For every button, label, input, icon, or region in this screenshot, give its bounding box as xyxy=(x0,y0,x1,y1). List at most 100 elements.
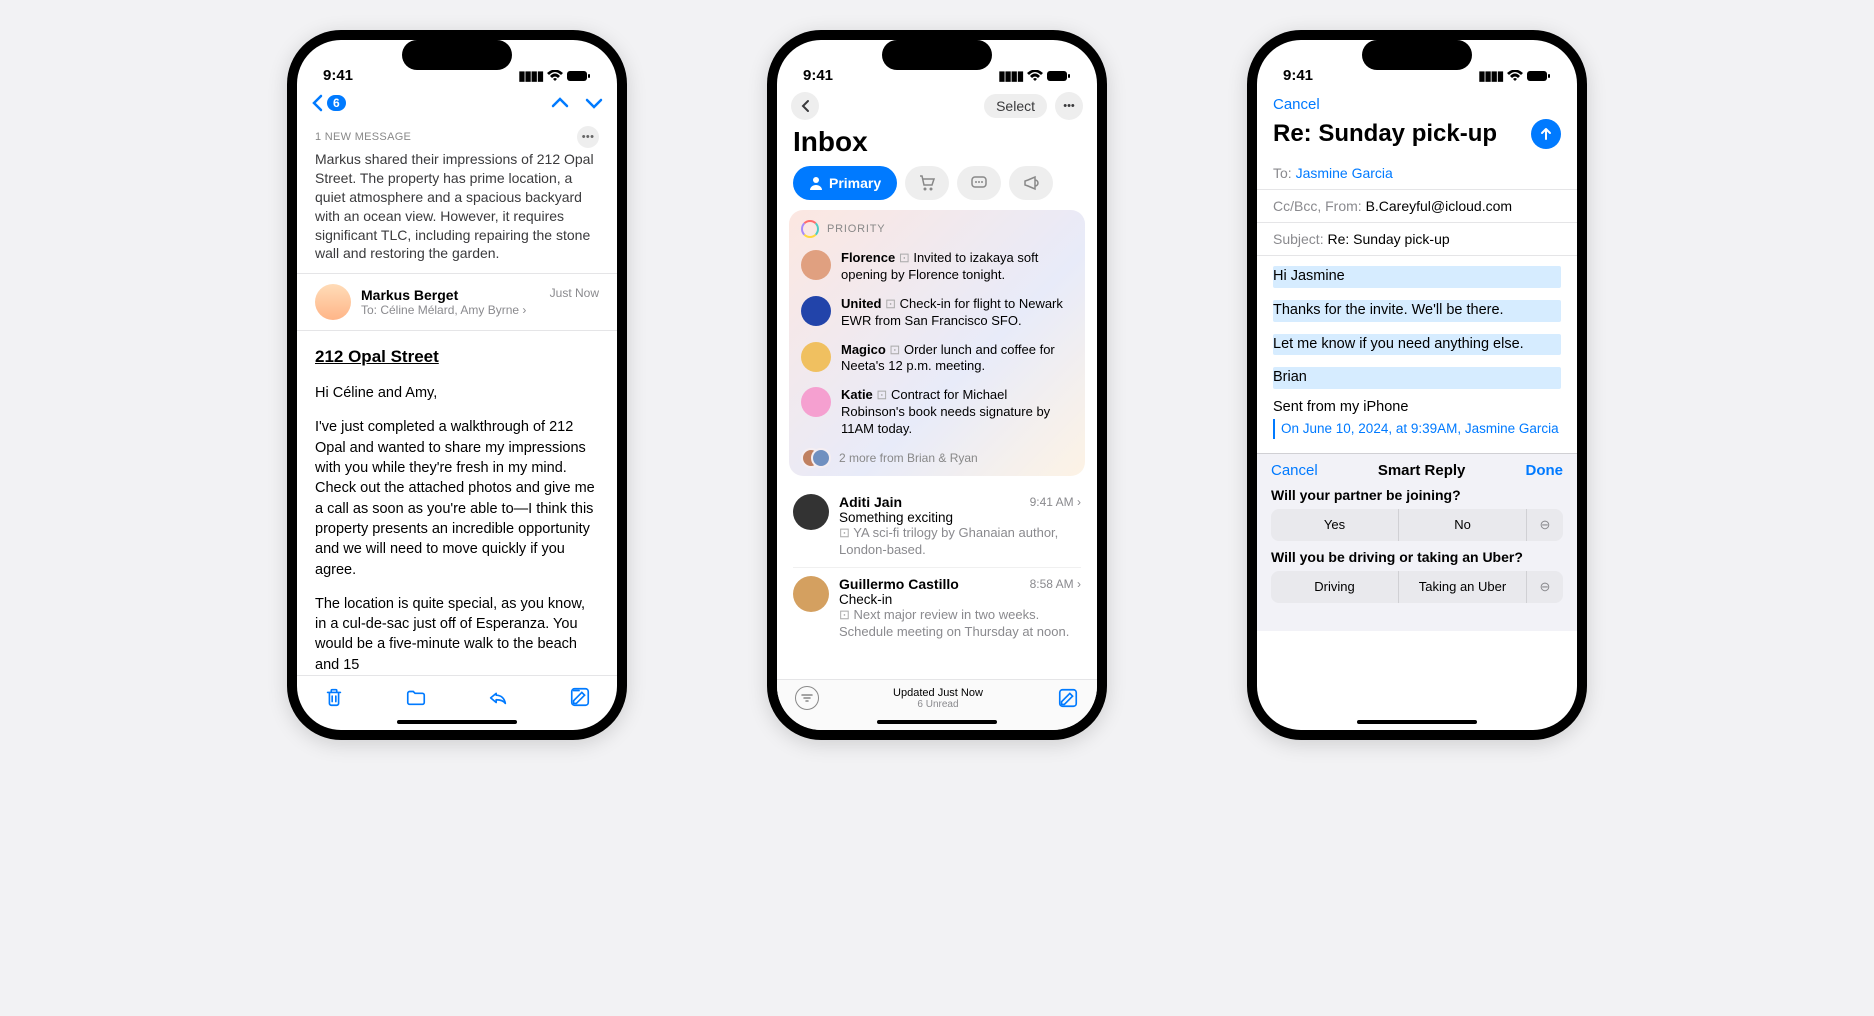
wifi-icon xyxy=(1507,70,1523,82)
smart-option-yes[interactable]: Yes xyxy=(1271,509,1399,541)
message-from: Guillermo Castillo xyxy=(839,576,959,592)
footer-updated: Updated Just Now xyxy=(893,687,983,699)
smart-option-driving[interactable]: Driving xyxy=(1271,571,1399,603)
compose-icon[interactable] xyxy=(569,686,591,708)
chevron-left-icon xyxy=(800,99,810,113)
megaphone-icon xyxy=(1022,174,1040,192)
smart-cancel-button[interactable]: Cancel xyxy=(1271,462,1318,479)
cellular-icon: ▮▮▮▮ xyxy=(1478,68,1503,84)
sender-avatar xyxy=(315,284,351,320)
battery-icon xyxy=(1527,70,1551,82)
inbox-nav-bar: Select ••• xyxy=(777,90,1097,126)
ellipsis-icon: ••• xyxy=(1063,100,1075,112)
phone-inbox-view: 9:41 ▮▮▮▮ Select ••• Inbox Primary xyxy=(767,30,1107,740)
body-line: Thanks for the invite. We'll be there. xyxy=(1273,300,1561,322)
trash-icon[interactable] xyxy=(323,686,345,708)
ai-summary-card: 1 NEW MESSAGE ••• Markus shared their im… xyxy=(297,116,617,274)
tab-social[interactable] xyxy=(957,166,1001,200)
to-value: Jasmine Garcia xyxy=(1296,165,1393,181)
to-field[interactable]: To: Jasmine Garcia xyxy=(1257,157,1577,190)
tab-promotions[interactable] xyxy=(1009,166,1053,200)
message-subject: Check-in xyxy=(839,592,1081,607)
subject-field[interactable]: Subject: Re: Sunday pick-up xyxy=(1257,223,1577,256)
cancel-button[interactable]: Cancel xyxy=(1257,90,1577,113)
message-row[interactable]: Guillermo Castillo 8:58 AM › Check-in ⊡ … xyxy=(793,568,1081,649)
message-row[interactable]: Aditi Jain 9:41 AM › Something exciting … xyxy=(793,486,1081,568)
body-sign: Brian xyxy=(1273,367,1561,389)
sent-time: Just Now xyxy=(550,286,599,300)
summary-icon: ⊡ xyxy=(839,525,850,540)
avatar xyxy=(801,342,831,372)
chevron-down-icon[interactable] xyxy=(585,96,603,110)
battery-icon xyxy=(567,70,591,82)
avatar xyxy=(801,387,831,417)
cc-label: Cc/Bcc, From: xyxy=(1273,198,1362,214)
chat-icon xyxy=(970,174,988,192)
sparkle-icon xyxy=(801,220,819,238)
select-button[interactable]: Select xyxy=(984,94,1047,118)
message-subject: 212 Opal Street xyxy=(315,345,599,369)
quoted-header: On June 10, 2024, at 9:39AM, Jasmine Gar… xyxy=(1273,419,1561,439)
smart-done-button[interactable]: Done xyxy=(1526,462,1564,479)
cc-field[interactable]: Cc/Bcc, From: B.Careyful@icloud.com xyxy=(1257,190,1577,223)
smart-question: Will your partner be joining? xyxy=(1271,487,1563,503)
chevron-right-icon: › xyxy=(1077,577,1081,591)
smart-option-uber[interactable]: Taking an Uber xyxy=(1399,571,1527,603)
back-button[interactable] xyxy=(791,92,819,120)
chevron-right-icon: › xyxy=(522,303,526,317)
priority-sender: Magico xyxy=(841,342,886,357)
smart-options: Yes No ⊖ xyxy=(1271,509,1563,541)
status-icons: ▮▮▮▮ xyxy=(518,68,591,84)
compose-title: Re: Sunday pick-up xyxy=(1273,120,1497,148)
home-indicator[interactable] xyxy=(1357,720,1477,724)
category-tabs: Primary xyxy=(777,166,1097,210)
back-button[interactable]: 6 xyxy=(311,94,346,112)
notch xyxy=(1362,40,1472,70)
unread-badge: 6 xyxy=(327,95,346,111)
chevron-left-icon xyxy=(311,94,325,112)
smart-options: Driving Taking an Uber ⊖ xyxy=(1271,571,1563,603)
summary-text: Markus shared their impressions of 212 O… xyxy=(315,150,599,263)
body-line: Let me know if you need anything else. xyxy=(1273,334,1561,356)
body-para2: The location is quite special, as you kn… xyxy=(315,594,599,675)
smart-reply-title: Smart Reply xyxy=(1378,462,1466,479)
compose-icon[interactable] xyxy=(1057,687,1079,709)
smart-option-dismiss[interactable]: ⊖ xyxy=(1527,571,1563,603)
folder-icon[interactable] xyxy=(405,686,427,708)
more-options-button[interactable]: ••• xyxy=(577,126,599,148)
sender-row[interactable]: Markus Berget To: Céline Mélard, Amy Byr… xyxy=(297,274,617,331)
home-indicator[interactable] xyxy=(877,720,997,724)
priority-item[interactable]: Magico ⊡ Order lunch and coffee for Neet… xyxy=(801,336,1073,382)
tab-primary[interactable]: Primary xyxy=(793,166,897,200)
priority-item[interactable]: Katie ⊡ Contract for Michael Robinson's … xyxy=(801,381,1073,444)
phone-message-view: 9:41 ▮▮▮▮ 6 1 NEW MESSAGE ••• Markus sha xyxy=(287,30,627,740)
reply-icon[interactable] xyxy=(487,686,509,708)
phone-compose-view: 9:41 ▮▮▮▮ Cancel Re: Sunday pick-up To: … xyxy=(1247,30,1587,740)
more-button[interactable]: ••• xyxy=(1055,92,1083,120)
filter-button[interactable] xyxy=(795,686,819,710)
status-time: 9:41 xyxy=(803,67,833,84)
recipients-label: To: Céline Mélard, Amy Byrne xyxy=(361,303,519,317)
priority-item[interactable]: United ⊡ Check-in for flight to Newark E… xyxy=(801,290,1073,336)
chevron-up-icon[interactable] xyxy=(551,96,569,110)
smart-option-dismiss[interactable]: ⊖ xyxy=(1527,509,1563,541)
tab-primary-label: Primary xyxy=(829,175,881,191)
priority-sender: Katie xyxy=(841,387,873,402)
avatar xyxy=(793,494,829,530)
home-indicator[interactable] xyxy=(397,720,517,724)
priority-more[interactable]: 2 more from Brian & Ryan xyxy=(801,444,1073,468)
send-button[interactable] xyxy=(1531,119,1561,149)
body-greeting: Hi Céline and Amy, xyxy=(315,383,599,403)
priority-item[interactable]: Florence ⊡ Invited to izakaya soft openi… xyxy=(801,244,1073,290)
avatar xyxy=(801,250,831,280)
message-nav-bar: 6 xyxy=(297,90,617,116)
compose-body[interactable]: Hi Jasmine Thanks for the invite. We'll … xyxy=(1257,256,1577,449)
cart-icon xyxy=(918,174,936,192)
summary-header-label: 1 NEW MESSAGE xyxy=(315,131,411,143)
smart-option-no[interactable]: No xyxy=(1399,509,1527,541)
summary-icon: ⊡ xyxy=(899,250,910,265)
tab-shopping[interactable] xyxy=(905,166,949,200)
avatar xyxy=(793,576,829,612)
message-time: 9:41 AM xyxy=(1030,495,1074,509)
notch xyxy=(882,40,992,70)
